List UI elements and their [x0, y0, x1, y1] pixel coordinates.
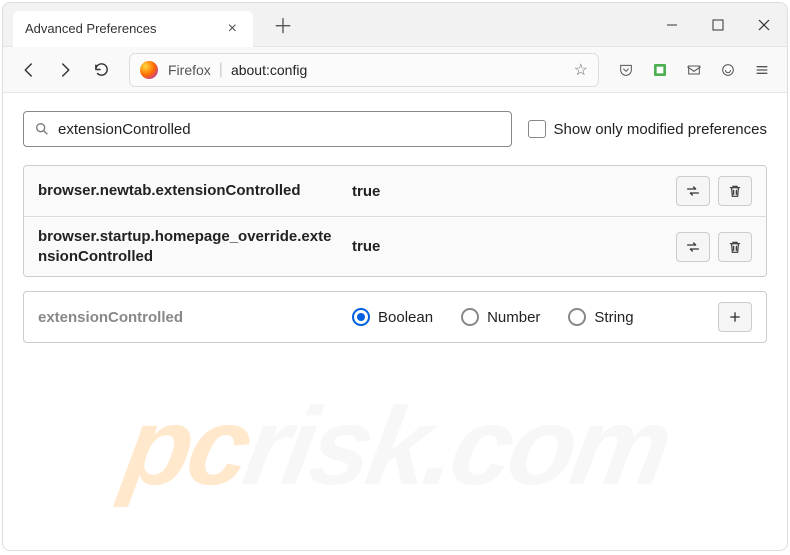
radio-string[interactable]: String	[568, 308, 633, 326]
new-preference-name: extensionControlled	[38, 309, 338, 326]
bookmark-star-icon[interactable]: ☆	[574, 60, 588, 80]
radio-label: Boolean	[378, 309, 433, 326]
watermark: pcrisk.com	[115, 383, 678, 510]
minimize-button[interactable]	[649, 3, 695, 47]
type-radio-group: Boolean Number String	[352, 308, 718, 326]
menu-button[interactable]	[747, 55, 777, 85]
tab-title: Advanced Preferences	[25, 21, 224, 36]
close-window-button[interactable]	[741, 3, 787, 47]
maximize-button[interactable]	[695, 3, 741, 47]
radio-boolean[interactable]: Boolean	[352, 308, 433, 326]
forward-button[interactable]	[49, 54, 81, 86]
preferences-list: browser.newtab.extensionControlled true …	[23, 165, 767, 277]
preference-row: browser.newtab.extensionControlled true	[24, 166, 766, 217]
preference-value: true	[352, 238, 676, 255]
toggle-button[interactable]	[676, 176, 710, 206]
preference-search-box[interactable]	[23, 111, 512, 147]
radio-icon	[568, 308, 586, 326]
add-button[interactable]	[718, 302, 752, 332]
preference-name: browser.newtab.extensionControlled	[38, 181, 338, 201]
pocket-icon[interactable]	[611, 55, 641, 85]
radio-icon	[352, 308, 370, 326]
radio-label: String	[594, 309, 633, 326]
protections-icon[interactable]	[713, 55, 743, 85]
back-button[interactable]	[13, 54, 45, 86]
new-preference-row: extensionControlled Boolean Number Strin…	[23, 291, 767, 343]
radio-number[interactable]: Number	[461, 308, 540, 326]
preference-row: browser.startup.homepage_override.extens…	[24, 217, 766, 276]
urlbar-separator: |	[219, 61, 223, 79]
firefox-icon	[140, 61, 162, 79]
close-tab-icon[interactable]: ×	[224, 20, 241, 38]
radio-icon	[461, 308, 479, 326]
radio-label: Number	[487, 309, 540, 326]
delete-button[interactable]	[718, 232, 752, 262]
reload-button[interactable]	[85, 54, 117, 86]
search-input[interactable]	[58, 121, 501, 138]
preference-name: browser.startup.homepage_override.extens…	[38, 227, 338, 266]
extension-icon[interactable]	[645, 55, 675, 85]
delete-button[interactable]	[718, 176, 752, 206]
toggle-button[interactable]	[676, 232, 710, 262]
urlbar-origin-label: Firefox	[168, 62, 211, 78]
urlbar-text: about:config	[231, 62, 574, 78]
checkbox-icon[interactable]	[528, 120, 546, 138]
modified-only-toggle[interactable]: Show only modified preferences	[528, 120, 767, 138]
toolbar: Firefox | about:config ☆	[3, 47, 787, 93]
account-icon[interactable]	[679, 55, 709, 85]
content-area: Show only modified preferences browser.n…	[3, 93, 787, 361]
address-bar[interactable]: Firefox | about:config ☆	[129, 53, 599, 87]
titlebar: Advanced Preferences × ＋	[3, 3, 787, 47]
checkbox-label: Show only modified preferences	[554, 121, 767, 138]
search-icon	[34, 121, 50, 137]
browser-tab[interactable]: Advanced Preferences ×	[13, 11, 253, 47]
preference-value: true	[352, 183, 676, 200]
new-tab-button[interactable]: ＋	[265, 6, 301, 43]
